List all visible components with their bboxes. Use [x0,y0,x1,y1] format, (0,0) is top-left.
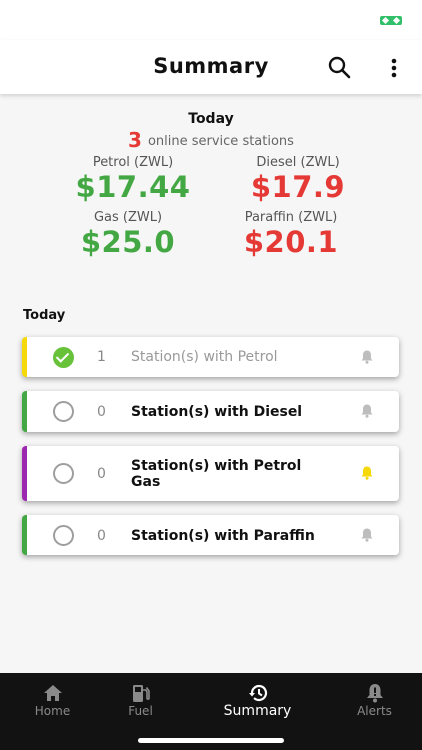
price-value: $25.0 [80,225,176,259]
station-row-gas[interactable]: 0 Station(s) with Petrol Gas [22,446,399,501]
online-text: online service stations [147,134,294,149]
screen-record-indicator-icon [380,16,402,25]
app-bar: Summary [0,40,422,94]
price-gas: Gas (ZWL) $25.0 [38,210,218,259]
radio-circle-icon[interactable] [53,463,74,484]
price-paraffin: Paraffin (ZWL) $20.1 [201,210,381,259]
row-count: 0 [97,466,106,482]
bell-active-icon[interactable] [360,465,374,481]
list-heading: Today [23,308,66,323]
bell-icon[interactable] [360,349,374,365]
home-indicator [138,738,284,743]
price-label: Gas (ZWL) [93,210,163,225]
history-icon [248,684,267,702]
station-row-paraffin[interactable]: 0 Station(s) with Paraffin [22,515,399,555]
nav-label: Alerts [357,704,392,718]
summary-date: Today [188,111,234,127]
price-label: Petrol (ZWL) [92,155,174,170]
row-count: 0 [97,404,106,420]
bell-icon[interactable] [360,527,374,543]
online-count: 3 [128,128,142,152]
price-label: Paraffin (ZWL) [244,210,338,225]
nav-item-fuel[interactable]: Fuel [88,673,193,733]
bell-icon[interactable] [360,403,374,419]
station-row-petrol[interactable]: 1 Station(s) with Petrol [22,337,399,377]
nav-item-summary[interactable]: Summary [205,673,310,733]
more-vert-icon[interactable] [384,54,404,82]
row-count: 0 [97,528,106,544]
station-row-diesel[interactable]: 0 Station(s) with Diesel [22,391,399,432]
price-petrol: Petrol (ZWL) $17.44 [43,155,223,204]
price-diesel: Diesel (ZWL) $17.9 [208,155,388,204]
row-label: Station(s) with Petrol Gas [131,458,302,490]
home-icon [43,685,62,701]
price-value: $17.44 [75,170,191,204]
row-count: 1 [97,349,106,365]
radio-circle-icon[interactable] [53,401,74,422]
nav-item-alerts[interactable]: Alerts [322,673,422,733]
row-label: Station(s) with Paraffin [131,528,315,544]
row-label: Station(s) with Petrol [131,349,278,365]
fuel-pump-icon [132,685,150,702]
price-value: $20.1 [243,225,339,259]
search-icon[interactable] [326,54,354,82]
nav-label: Summary [223,703,292,719]
status-bar [0,0,422,40]
online-stations-line: 3 online service stations [0,128,422,152]
alert-bell-icon [366,684,383,703]
price-label: Diesel (ZWL) [256,155,340,170]
price-value: $17.9 [250,170,346,204]
radio-circle-icon[interactable] [53,525,74,546]
bottom-nav: Home Fuel Summary Alerts [0,673,422,750]
nav-label: Fuel [128,704,153,718]
check-circle-icon[interactable] [53,347,74,368]
row-label: Station(s) with Diesel [131,404,303,420]
page-title: Summary [153,54,269,78]
